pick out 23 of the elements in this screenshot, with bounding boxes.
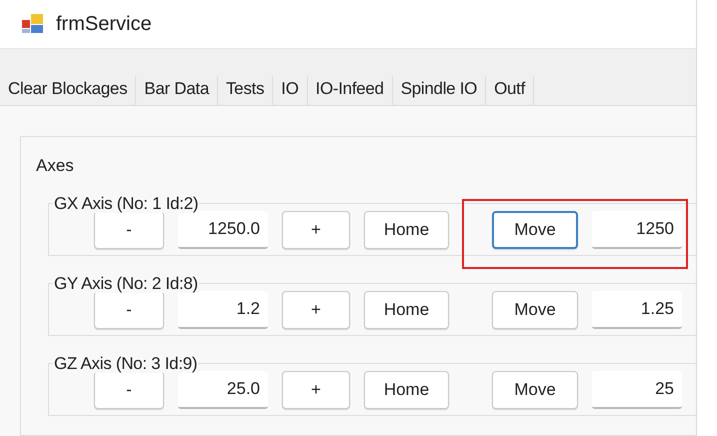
move-button[interactable]: Move bbox=[492, 371, 578, 409]
position-field[interactable]: 25.0 bbox=[178, 371, 268, 409]
axis-title: GY Axis (No: 2 Id:8) bbox=[53, 274, 199, 293]
home-button[interactable]: Home bbox=[364, 291, 449, 329]
axis-title: GZ Axis (No: 3 Id:9) bbox=[53, 354, 198, 373]
plus-button[interactable]: + bbox=[282, 371, 350, 409]
home-button[interactable]: Home bbox=[364, 371, 449, 409]
home-button[interactable]: Home bbox=[364, 211, 449, 249]
move-button[interactable]: Move bbox=[492, 211, 578, 249]
position-field[interactable]: 1250.0 bbox=[178, 211, 268, 249]
window-title: frmService bbox=[56, 12, 152, 37]
minus-button[interactable]: - bbox=[94, 291, 164, 329]
target-field[interactable]: 25 bbox=[592, 371, 682, 409]
plus-button[interactable]: + bbox=[282, 211, 350, 249]
app-icon bbox=[22, 14, 44, 34]
minus-button[interactable]: - bbox=[94, 371, 164, 409]
position-field[interactable]: 1.2 bbox=[178, 291, 268, 329]
axis-title: GX Axis (No: 1 Id:2) bbox=[53, 194, 200, 213]
plus-button[interactable]: + bbox=[282, 291, 350, 329]
minus-button[interactable]: - bbox=[94, 211, 164, 249]
move-button[interactable]: Move bbox=[492, 291, 578, 329]
target-field[interactable]: 1250 bbox=[592, 211, 682, 249]
target-field[interactable]: 1.25 bbox=[592, 291, 682, 329]
